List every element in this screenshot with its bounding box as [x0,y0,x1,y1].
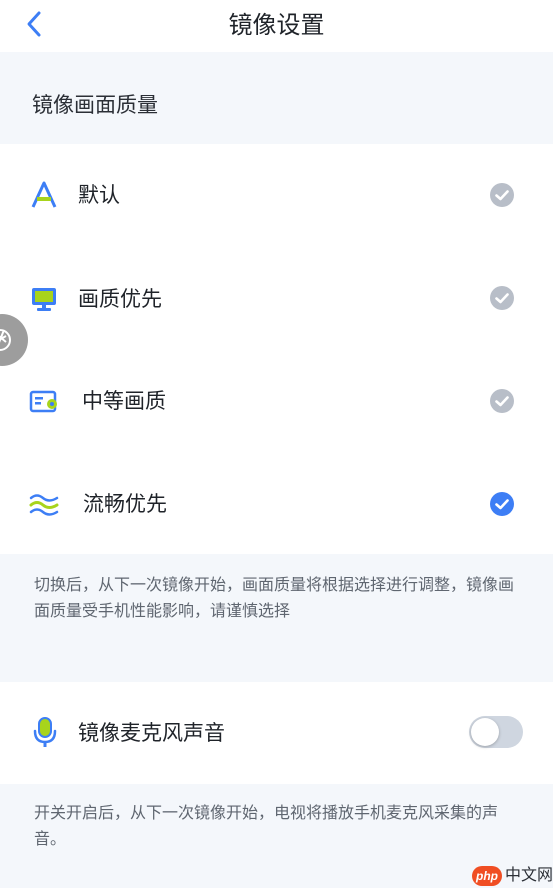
watermark-text: 中文网 [505,867,553,884]
check-circle-icon [490,286,514,310]
quality-options-list: 默认 画质优先 中等画质 流畅优先 [0,144,553,554]
check-circle-icon [490,183,514,207]
option-default[interactable]: 默认 [0,144,553,246]
page-title: 镜像设置 [228,11,325,39]
option-label: 中等画质 [82,389,166,413]
option-smooth-first[interactable]: 流畅优先 [0,450,553,552]
option-medium-quality[interactable]: 中等画质 [0,348,553,450]
monitor-icon [32,288,56,311]
quality-note: 切换后，从下一次镜像开始，画面质量将根据选择进行调整，镜像画面质量受手机性能影响… [34,575,515,620]
quality-note-area: 切换后，从下一次镜像开始，画面质量将根据选择进行调整，镜像画面质量受手机性能影响… [0,554,553,682]
section-title: 镜像画面质量 [32,93,158,117]
option-quality-first[interactable]: 画质优先 [0,246,553,348]
mic-toggle[interactable] [469,716,523,748]
option-label: 流畅优先 [83,492,167,516]
waves-icon [29,494,59,516]
watermark-logo: php 中文网 [472,864,553,888]
mic-note: 开关开启后，从下一次镜像开始，电视将播放手机麦克风采集的声音。 [34,803,499,848]
option-label: 画质优先 [78,287,162,311]
check-circle-icon [490,389,514,413]
check-circle-selected-icon [490,492,514,516]
watermark-badge: php [472,866,502,886]
mic-setting-row: 镜像麦克风声音 [0,682,553,784]
quality-section-header: 镜像画面质量 [0,52,553,144]
option-label: 默认 [78,183,120,207]
certificate-icon [29,390,57,413]
mic-label: 镜像麦克风声音 [78,721,225,745]
toggle-knob [471,718,499,746]
letter-a-icon [31,181,57,208]
header-bar: 镜像设置 [0,0,553,52]
mic-note-area: 开关开启后，从下一次镜像开始，电视将播放手机麦克风采集的声音。 [0,784,553,888]
microphone-icon [33,717,57,747]
aperture-icon [0,329,11,351]
